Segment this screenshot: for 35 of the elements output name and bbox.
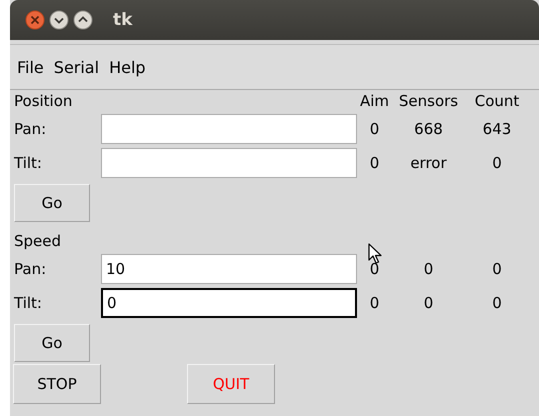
- sensor-value: 0: [422, 260, 434, 278]
- window-title: tk: [113, 10, 132, 30]
- count-value: 0: [491, 294, 503, 312]
- go-button[interactable]: Go: [14, 184, 90, 222]
- close-icon[interactable]: [25, 10, 45, 30]
- sensor-value: 668: [413, 120, 444, 138]
- input-field[interactable]: 0: [101, 288, 357, 318]
- section-label: Speed: [13, 232, 62, 250]
- field-label: Pan:: [13, 120, 48, 138]
- menu-item[interactable]: Help: [104, 58, 151, 76]
- aim-value: 0: [368, 154, 380, 172]
- sensor-value: error: [409, 154, 448, 172]
- maximize-icon[interactable]: [73, 10, 93, 30]
- menu-item[interactable]: Serial: [48, 58, 104, 76]
- minimize-icon[interactable]: [49, 10, 69, 30]
- count-value: 0: [491, 260, 503, 278]
- aim-value: 0: [368, 294, 380, 312]
- count-value: 0: [491, 154, 503, 172]
- column-header: Sensors: [398, 92, 460, 110]
- section-label: Position: [13, 92, 74, 110]
- field-label: Pan:: [13, 260, 48, 278]
- go-button[interactable]: Go: [14, 324, 90, 362]
- menu-item[interactable]: File: [12, 58, 49, 76]
- action-button[interactable]: STOP: [13, 364, 101, 404]
- input-field[interactable]: [101, 114, 357, 144]
- sensor-value: 0: [422, 294, 434, 312]
- input-field[interactable]: 10: [101, 254, 357, 284]
- aim-value: 0: [368, 260, 380, 278]
- field-label: Tilt:: [13, 154, 43, 172]
- input-field[interactable]: [101, 148, 357, 178]
- count-value: 643: [482, 120, 512, 138]
- field-label: Tilt:: [13, 294, 43, 312]
- column-header: Aim: [359, 92, 390, 110]
- column-header: Count: [474, 92, 520, 110]
- aim-value: 0: [368, 120, 380, 138]
